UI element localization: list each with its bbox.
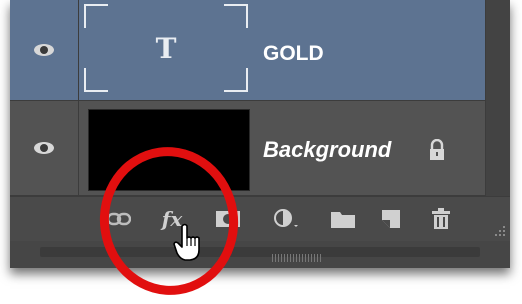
new-layer-icon	[382, 210, 400, 228]
layer-row-background[interactable]: Background	[10, 101, 485, 196]
panel-footer	[10, 241, 510, 268]
layers-panel: T GOLD Background fx	[10, 0, 510, 268]
lock-icon[interactable]	[428, 139, 446, 161]
text-type-icon: T	[155, 31, 177, 65]
delete-layer-button[interactable]	[426, 205, 456, 233]
text-layer-thumbnail[interactable]: T	[84, 4, 248, 92]
layer-name[interactable]: Background	[263, 137, 391, 163]
folder-icon	[331, 212, 355, 228]
scroll-grip-icon[interactable]	[272, 254, 322, 262]
layers-scrollbar[interactable]	[485, 0, 510, 196]
adjustment-layer-button[interactable]	[271, 205, 301, 233]
eye-icon[interactable]	[34, 142, 54, 154]
visibility-toggle[interactable]	[10, 0, 79, 100]
layer-row-gold[interactable]: T GOLD	[10, 0, 485, 101]
new-layer-button[interactable]	[376, 205, 406, 233]
visibility-toggle[interactable]	[10, 101, 79, 195]
eye-icon[interactable]	[34, 44, 54, 56]
adjustment-icon	[274, 209, 298, 227]
hand-cursor-icon	[173, 223, 200, 261]
trash-icon	[432, 208, 450, 229]
layer-name[interactable]: GOLD	[263, 42, 324, 66]
new-group-button[interactable]	[328, 205, 358, 233]
layers-toolbar: fx	[10, 196, 510, 241]
resize-grip-icon[interactable]	[494, 225, 506, 237]
